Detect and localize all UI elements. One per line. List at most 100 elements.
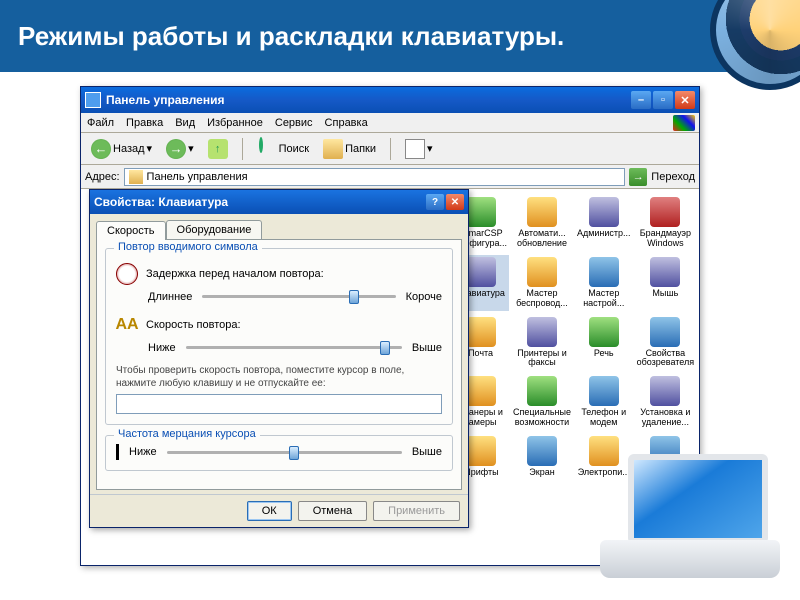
- cancel-button[interactable]: Отмена: [298, 501, 367, 521]
- delay-slider[interactable]: [202, 295, 395, 298]
- views-button[interactable]: ▾: [401, 137, 437, 161]
- control-panel-item-18[interactable]: Телефон и модем: [575, 374, 633, 430]
- cp-item-label: Принтеры и факсы: [517, 349, 567, 369]
- tab-speed[interactable]: Скорость: [96, 221, 166, 240]
- back-icon: [91, 139, 111, 159]
- cp-item-icon: [589, 257, 619, 287]
- control-panel-item-17[interactable]: Специальные возможности: [511, 374, 573, 430]
- cp-item-icon: [466, 197, 496, 227]
- keyboard-properties-dialog: Свойства: Клавиатура ? ✕ Скорость Оборуд…: [89, 189, 469, 528]
- window-titlebar[interactable]: Панель управления – ▫ ✕: [81, 87, 699, 113]
- menu-file[interactable]: Файл: [87, 117, 114, 129]
- menu-favorites[interactable]: Избранное: [207, 117, 263, 129]
- cp-item-label: Телефон и модем: [581, 408, 626, 428]
- cp-item-icon: [527, 197, 557, 227]
- repeat-group-title: Повтор вводимого символа: [114, 241, 262, 253]
- repeat-test-input[interactable]: [116, 394, 442, 414]
- cp-item-icon: [650, 376, 680, 406]
- cp-item-icon: [650, 317, 680, 347]
- tab-hardware[interactable]: Оборудование: [166, 220, 263, 239]
- cp-item-label: Мышь: [652, 289, 678, 299]
- cp-item-label: Экран: [529, 468, 554, 478]
- dialog-help-button[interactable]: ?: [426, 194, 444, 210]
- control-panel-item-13[interactable]: Речь: [575, 315, 633, 371]
- slide-header: Режимы работы и раскладки клавиатуры.: [0, 0, 800, 72]
- cp-item-label: Мастер настрой...: [583, 289, 624, 309]
- dialog-title: Свойства: Клавиатура: [94, 195, 228, 209]
- cp-item-icon: [527, 376, 557, 406]
- repeat-hint: Чтобы проверить скорость повтора, помест…: [116, 365, 442, 390]
- address-input[interactable]: Панель управления: [124, 168, 626, 186]
- control-panel-item-14[interactable]: Свойства обозревателя: [635, 315, 697, 371]
- cp-item-icon: [466, 257, 496, 287]
- control-panel-item-12[interactable]: Принтеры и факсы: [511, 315, 573, 371]
- cp-item-icon: [466, 317, 496, 347]
- folders-icon: [323, 139, 343, 159]
- cp-item-label: Автомати... обновление: [517, 229, 567, 249]
- cursor-preview: [116, 444, 119, 460]
- control-panel-item-8[interactable]: Мастер настрой...: [575, 255, 633, 311]
- cp-item-icon: [527, 436, 557, 466]
- menu-edit[interactable]: Правка: [126, 117, 163, 129]
- ok-button[interactable]: ОК: [247, 501, 292, 521]
- toolbar: Назад▾ ▾ Поиск Папки ▾: [81, 133, 699, 165]
- slide-title: Режимы работы и раскладки клавиатуры.: [18, 22, 564, 51]
- delay-icon: [116, 263, 138, 285]
- corner-decoration: [710, 0, 800, 90]
- control-panel-item-4[interactable]: Брандмауэр Windows: [635, 195, 697, 251]
- address-label: Адрес:: [85, 171, 120, 183]
- cp-item-icon: [589, 317, 619, 347]
- menubar: Файл Правка Вид Избранное Сервис Справка: [81, 113, 699, 133]
- forward-button[interactable]: ▾: [162, 137, 198, 161]
- window-icon: [85, 92, 101, 108]
- folders-button[interactable]: Папки: [319, 137, 380, 161]
- blink-group: Частота мерцания курсора Ниже Выше: [105, 435, 453, 471]
- dialog-titlebar[interactable]: Свойства: Клавиатура ? ✕: [90, 190, 468, 214]
- cp-item-icon: [589, 197, 619, 227]
- minimize-button[interactable]: –: [631, 91, 651, 109]
- menu-tools[interactable]: Сервис: [275, 117, 313, 129]
- rate-label: Скорость повтора:: [146, 319, 241, 331]
- cp-item-icon: [650, 257, 680, 287]
- apply-button[interactable]: Применить: [373, 501, 460, 521]
- blink-slider[interactable]: [167, 451, 402, 454]
- address-bar: Адрес: Панель управления → Переход: [81, 165, 699, 189]
- control-panel-item-3[interactable]: Администр...: [575, 195, 633, 251]
- control-panel-item-19[interactable]: Установка и удаление...: [635, 374, 697, 430]
- cp-item-icon: [527, 257, 557, 287]
- delay-label: Задержка перед началом повтора:: [146, 268, 324, 280]
- go-button[interactable]: →: [629, 168, 647, 186]
- delay-right: Короче: [406, 291, 442, 303]
- control-panel-item-7[interactable]: Мастер беспровод...: [511, 255, 573, 311]
- cp-item-icon: [589, 376, 619, 406]
- up-button[interactable]: [204, 137, 232, 161]
- maximize-button[interactable]: ▫: [653, 91, 673, 109]
- rate-slider[interactable]: [186, 346, 402, 349]
- control-panel-item-9[interactable]: Мышь: [635, 255, 697, 311]
- cp-item-icon: [527, 317, 557, 347]
- control-panel-item-2[interactable]: Автомати... обновление: [511, 195, 573, 251]
- menu-view[interactable]: Вид: [175, 117, 195, 129]
- address-value: Панель управления: [147, 171, 248, 183]
- back-button[interactable]: Назад▾: [87, 137, 156, 161]
- cp-item-label: Брандмауэр Windows: [640, 229, 691, 249]
- cp-item-label: Специальные возможности: [513, 408, 571, 428]
- menu-help[interactable]: Справка: [325, 117, 368, 129]
- rate-right: Выше: [412, 342, 442, 354]
- search-button[interactable]: Поиск: [253, 137, 313, 161]
- cp-item-label: Установка и удаление...: [640, 408, 690, 428]
- rate-left: Ниже: [148, 342, 176, 354]
- control-panel-item-22[interactable]: Экран: [511, 434, 573, 490]
- go-label: Переход: [651, 171, 695, 183]
- cp-item-label: Свойства обозревателя: [637, 349, 695, 369]
- forward-icon: [166, 139, 186, 159]
- cp-item-icon: [650, 197, 680, 227]
- search-icon: [257, 139, 277, 159]
- close-button[interactable]: ✕: [675, 91, 695, 109]
- dialog-close-button[interactable]: ✕: [446, 194, 464, 210]
- cp-item-label: Почта: [468, 349, 493, 359]
- windows-flag-icon: [673, 115, 695, 131]
- blink-left: Ниже: [129, 446, 157, 458]
- control-panel-icon: [129, 170, 143, 184]
- blink-right: Выше: [412, 446, 442, 458]
